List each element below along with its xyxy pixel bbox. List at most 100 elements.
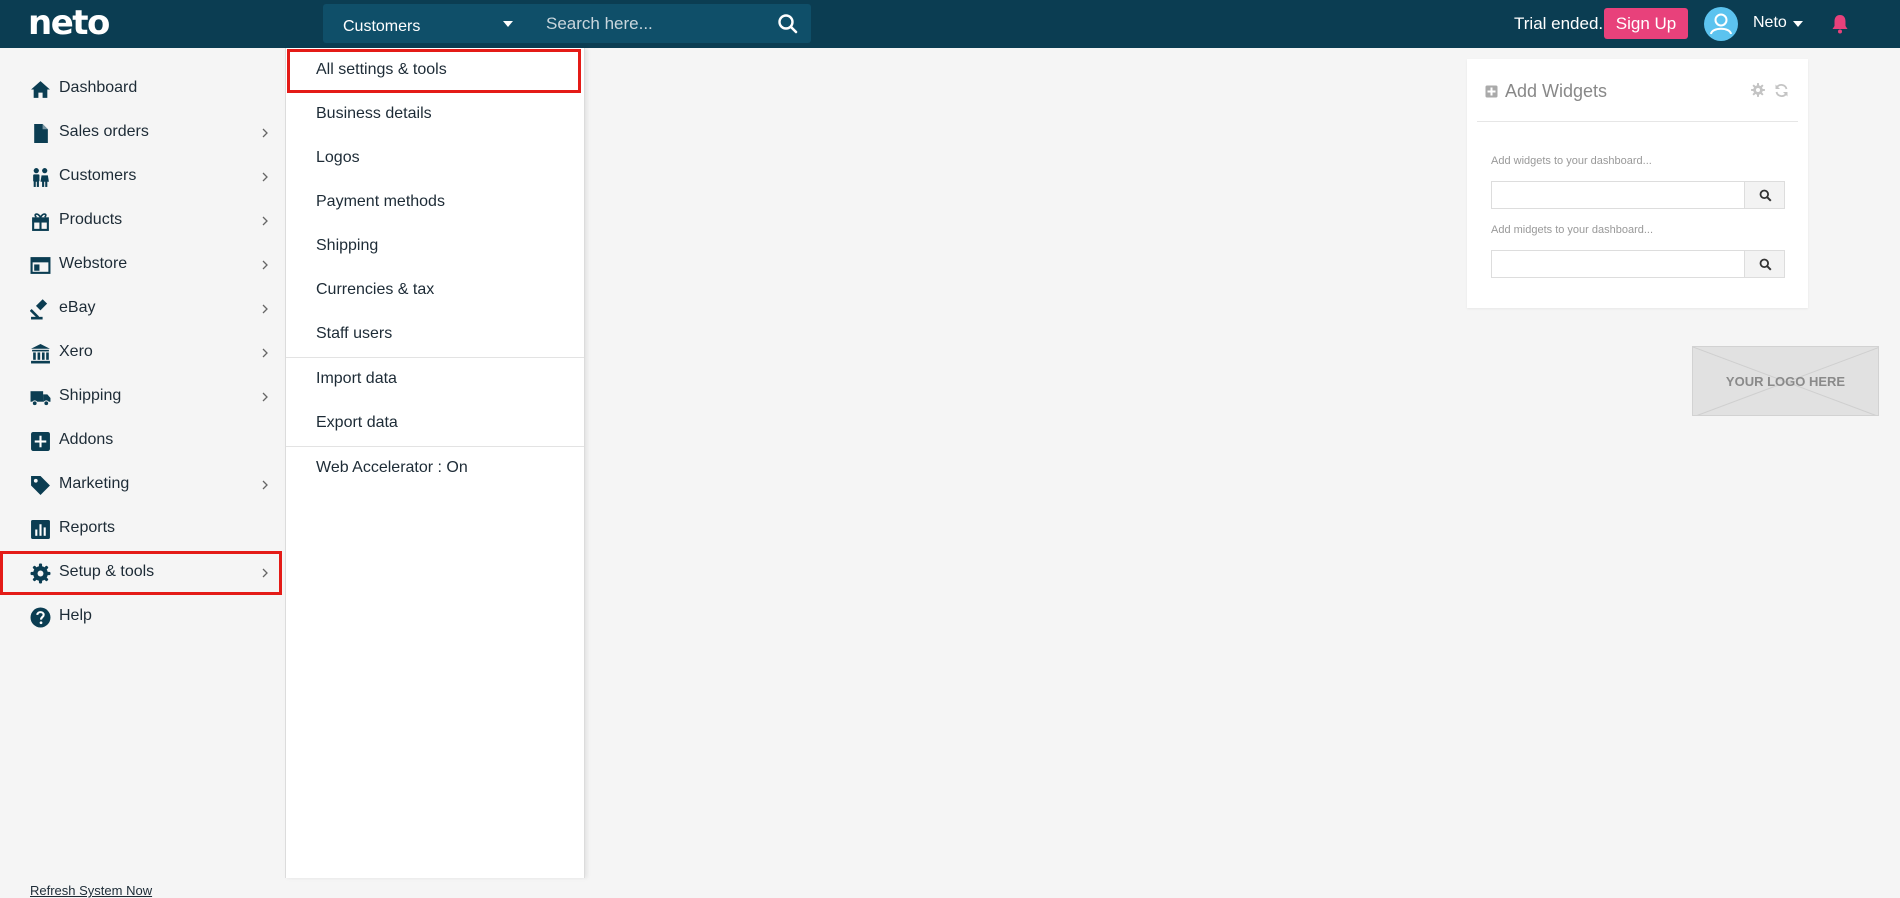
chevron-right-icon [262, 128, 268, 138]
search-input[interactable] [528, 4, 768, 43]
sidebar-item-label: Marketing [59, 475, 130, 492]
menu-item-label: Staff users [316, 325, 393, 342]
menu-item-staff-users[interactable]: Staff users [286, 313, 584, 357]
home-icon [31, 81, 50, 98]
menu-item-label: Currencies & tax [316, 281, 435, 298]
user-icon [1710, 13, 1732, 35]
chevron-right-icon [262, 348, 268, 358]
menu-item-export-data[interactable]: Export data [286, 402, 584, 446]
caret-down-icon [1793, 21, 1803, 27]
menu-item-all-settings[interactable]: All settings & tools [287, 49, 581, 93]
trial-status-text: Trial ended. [1514, 14, 1604, 33]
sidebar-item-webstore[interactable]: Webstore [0, 243, 282, 287]
widget-search-button[interactable] [1744, 181, 1785, 209]
menu-item-label: All settings & tools [316, 61, 447, 78]
bar-chart-icon [31, 520, 50, 539]
sidebar-item-customers[interactable]: Customers [0, 155, 282, 199]
plus-square-icon [31, 432, 50, 451]
user-avatar[interactable] [1704, 7, 1738, 41]
window-icon [30, 257, 51, 274]
sidebar-item-xero[interactable]: Xero [0, 331, 282, 375]
gavel-icon [30, 299, 48, 320]
refresh-icon[interactable] [1774, 83, 1789, 98]
sidebar-item-label: eBay [59, 299, 96, 316]
truck-icon [30, 391, 51, 407]
bell-icon[interactable] [1828, 12, 1852, 36]
sidebar-item-label: Reports [59, 519, 116, 536]
menu-item-label: Business details [316, 105, 432, 122]
search-icon[interactable] [773, 9, 803, 39]
widget-search-input[interactable] [1491, 181, 1745, 209]
midget-search-label: Add midgets to your dashboard... [1491, 224, 1654, 236]
sidebar-item-help[interactable]: Help [0, 595, 282, 639]
menu-item-logos[interactable]: Logos [286, 137, 584, 181]
tag-icon [31, 476, 50, 495]
help-icon [30, 607, 51, 628]
caret-down-icon [503, 21, 513, 27]
menu-item-label: Shipping [316, 237, 379, 254]
chevron-right-icon [262, 216, 268, 226]
chevron-right-icon [262, 304, 268, 314]
sidebar-item-addons[interactable]: Addons [0, 419, 282, 463]
widgets-divider [1477, 121, 1798, 122]
menu-item-web-accelerator[interactable]: Web Accelerator : On [286, 447, 584, 491]
midget-search-button[interactable] [1744, 250, 1785, 278]
sidebar-item-label: Webstore [59, 255, 128, 272]
menu-item-payment-methods[interactable]: Payment methods [286, 181, 584, 225]
sidebar-item-setup-tools[interactable]: Setup & tools [0, 551, 282, 595]
widgets-title: Add Widgets [1505, 81, 1608, 101]
sidebar-item-marketing[interactable]: Marketing [0, 463, 282, 507]
sidebar-item-label: Dashboard [59, 79, 138, 96]
sidebar-item-ebay[interactable]: eBay [0, 287, 282, 331]
menu-item-label: Logos [316, 149, 360, 166]
sidebar-item-dashboard[interactable]: Dashboard [0, 67, 282, 111]
users-icon [33, 168, 49, 187]
chevron-right-icon [262, 392, 268, 402]
document-icon [34, 124, 48, 143]
search-bar: Customers [323, 4, 811, 43]
top-bar: neto Customers Trial ended. Sign Up Neto [0, 0, 1900, 48]
sidebar-item-label: Products [59, 211, 123, 228]
sidebar-item-label: Help [59, 607, 92, 624]
logo-placeholder-text: YOUR LOGO HERE [1725, 374, 1846, 389]
sidebar-nav: Dashboard Sales orders Customers Product… [0, 48, 284, 898]
menu-item-label: Web Accelerator : On [316, 459, 468, 476]
sidebar-item-shipping[interactable]: Shipping [0, 375, 282, 419]
chevron-right-icon [262, 568, 268, 578]
refresh-system-link[interactable]: Refresh System Now [30, 883, 152, 898]
gear-icon [30, 563, 51, 584]
menu-item-currencies-tax[interactable]: Currencies & tax [286, 269, 584, 313]
sidebar-item-products[interactable]: Products [0, 199, 282, 243]
menu-item-label: Import data [316, 370, 397, 387]
sidebar-item-label: Addons [59, 431, 114, 448]
widget-search-label: Add widgets to your dashboard... [1491, 155, 1652, 167]
midget-search-input[interactable] [1491, 250, 1745, 278]
sidebar-item-label: Shipping [59, 387, 122, 404]
plus-square-icon [1485, 85, 1498, 98]
sidebar-item-label: Customers [59, 167, 137, 184]
sidebar-item-label: Setup & tools [59, 563, 155, 580]
search-scope-label: Customers [343, 18, 421, 35]
menu-item-label: Payment methods [316, 193, 445, 210]
sidebar-item-label: Xero [59, 343, 93, 360]
search-scope-dropdown[interactable]: Customers [323, 4, 528, 43]
menu-item-label: Export data [316, 414, 398, 431]
bank-icon [31, 344, 50, 364]
neto-logo[interactable]: neto [28, 4, 110, 42]
sidebar-item-label: Sales orders [59, 123, 149, 140]
sidebar-item-reports[interactable]: Reports [0, 507, 282, 551]
user-menu[interactable]: Neto [1753, 14, 1787, 32]
menu-item-business-details[interactable]: Business details [286, 93, 584, 137]
menu-item-shipping[interactable]: Shipping [286, 225, 584, 269]
sidebar-item-sales-orders[interactable]: Sales orders [0, 111, 282, 155]
sign-up-button[interactable]: Sign Up [1604, 8, 1688, 39]
gear-icon[interactable] [1751, 83, 1765, 97]
chevron-right-icon [262, 172, 268, 182]
menu-item-import-data[interactable]: Import data [286, 358, 584, 402]
logo-placeholder: YOUR LOGO HERE [1692, 346, 1879, 416]
setup-tools-menu: All settings & tools Business details Lo… [285, 48, 585, 878]
search-icon [1759, 189, 1772, 202]
gift-icon [32, 213, 49, 231]
search-icon [1759, 258, 1772, 271]
chevron-right-icon [262, 480, 268, 490]
